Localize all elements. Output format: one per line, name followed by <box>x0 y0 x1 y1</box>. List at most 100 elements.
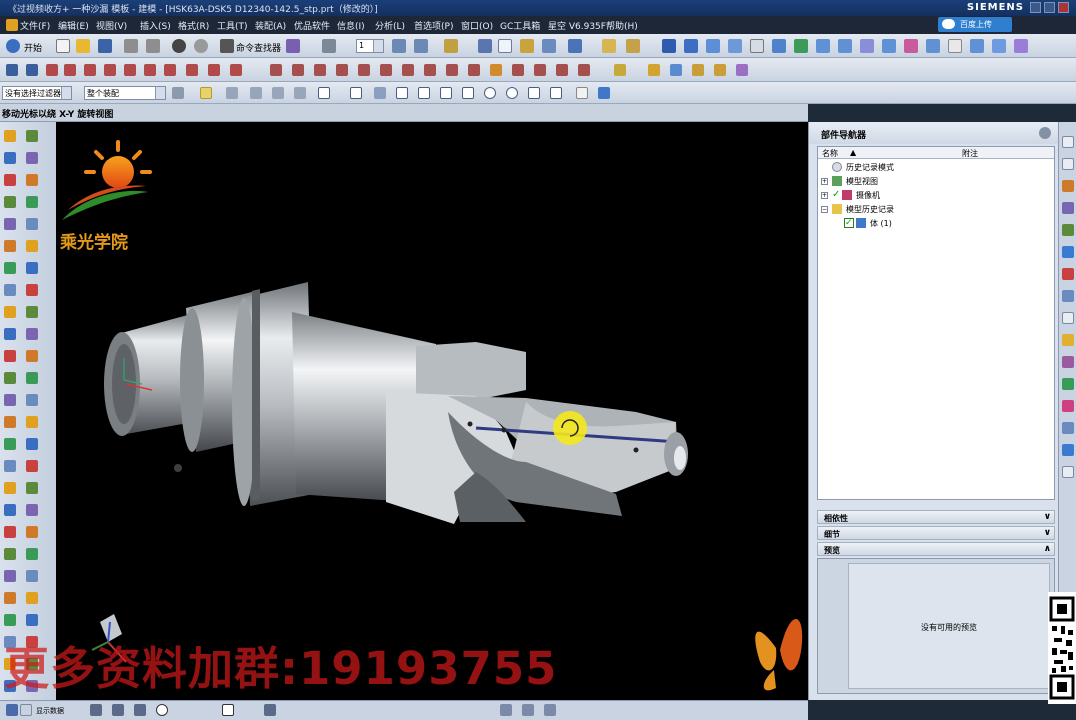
menu-analysis[interactable]: 分析(L) <box>375 19 405 32</box>
project-curve-icon[interactable] <box>230 64 242 76</box>
curve-tool-14[interactable] <box>614 64 626 76</box>
resource-tab-9[interactable] <box>1062 312 1074 324</box>
section-preview[interactable]: 预览 ∧ <box>817 542 1055 556</box>
bottom-tool-3[interactable] <box>90 704 102 716</box>
undo-icon[interactable] <box>172 39 186 53</box>
plugin-icon-12[interactable] <box>904 39 918 53</box>
menu-insert[interactable]: 插入(S) <box>140 19 171 32</box>
plugin-icon-9[interactable] <box>838 39 852 53</box>
selection-active-icon[interactable] <box>498 39 512 53</box>
left-tool-icon[interactable] <box>4 526 16 538</box>
left-tool-icon[interactable] <box>4 416 16 428</box>
left-tool-icon[interactable] <box>26 592 38 604</box>
left-tool-icon[interactable] <box>4 262 16 274</box>
plugin-icon-6[interactable] <box>772 39 786 53</box>
start-button[interactable]: 开始 <box>24 41 42 54</box>
bottom-tool-8[interactable] <box>522 704 534 716</box>
left-tool-icon[interactable] <box>4 372 16 384</box>
plugin-icon-2[interactable] <box>684 39 698 53</box>
minimize-button[interactable] <box>1030 2 1041 13</box>
plugin-icon-16[interactable] <box>992 39 1006 53</box>
select-tool-1[interactable] <box>226 87 238 99</box>
left-tool-icon[interactable] <box>26 174 38 186</box>
collapse-icon[interactable]: − <box>821 206 828 213</box>
menu-gc-toolbox[interactable]: GC工具箱 <box>500 19 540 32</box>
bottom-tool-1[interactable] <box>6 704 18 716</box>
start-icon[interactable] <box>6 39 20 53</box>
plugin-icon-17[interactable] <box>1014 39 1028 53</box>
curve-tool-18[interactable] <box>714 64 726 76</box>
snap-arc-icon[interactable] <box>462 87 474 99</box>
wcs-icon[interactable] <box>444 39 458 53</box>
tool-holder-model[interactable] <box>104 282 688 524</box>
left-tool-icon[interactable] <box>4 614 16 626</box>
left-tool-icon[interactable] <box>26 548 38 560</box>
select-tool-4[interactable] <box>294 87 306 99</box>
curve-tool-16[interactable] <box>670 64 682 76</box>
plugin-icon-11[interactable] <box>882 39 896 53</box>
snap-curve-icon[interactable] <box>440 87 452 99</box>
pin-icon[interactable] <box>1039 127 1051 139</box>
new-file-icon[interactable] <box>56 39 70 53</box>
bottom-circle-icon[interactable] <box>156 704 168 716</box>
bottom-tool-5[interactable] <box>134 704 146 716</box>
circle-icon[interactable] <box>64 64 76 76</box>
show-hide-icon[interactable] <box>520 39 534 53</box>
plugin-icon-5[interactable] <box>750 39 764 53</box>
menu-window[interactable]: 窗口(O) <box>461 19 493 32</box>
left-tool-icon[interactable] <box>26 394 38 406</box>
left-tool-icon[interactable] <box>4 152 16 164</box>
menu-assembly[interactable]: 装配(A) <box>255 19 286 32</box>
polygon-icon[interactable] <box>124 64 136 76</box>
save-icon[interactable] <box>98 39 112 53</box>
left-tool-icon[interactable] <box>4 130 16 142</box>
resource-tab-16[interactable] <box>1062 466 1074 478</box>
tree-item[interactable]: − 模型历史记录 <box>818 203 1054 216</box>
tree-item[interactable]: 历史记录模式 <box>818 161 1054 174</box>
graphics-viewport[interactable]: 乘光学院 <box>56 122 808 700</box>
snap-point-on-icon[interactable] <box>550 87 562 99</box>
left-tool-icon[interactable] <box>26 284 38 296</box>
left-tool-icon[interactable] <box>4 504 16 516</box>
plugin-icon-4[interactable] <box>728 39 742 53</box>
menu-view[interactable]: 视图(V) <box>96 19 127 32</box>
curve-tool-13[interactable] <box>578 64 590 76</box>
left-tool-icon[interactable] <box>4 592 16 604</box>
command-finder-button[interactable]: 命令查找器 <box>236 41 281 54</box>
resource-tab-8[interactable] <box>1062 290 1074 302</box>
left-tool-icon[interactable] <box>26 460 38 472</box>
open-folder-icon[interactable] <box>76 39 90 53</box>
trim-curve-icon[interactable] <box>208 64 220 76</box>
checkbox-icon[interactable]: ✓ <box>844 218 854 228</box>
snap-bar-icon[interactable] <box>576 87 588 99</box>
bottom-tool-9[interactable] <box>544 704 556 716</box>
expand-icon[interactable]: + <box>821 192 828 199</box>
maximize-button[interactable] <box>1044 2 1055 13</box>
menu-info[interactable]: 信息(I) <box>337 19 365 32</box>
left-tool-icon[interactable] <box>26 482 38 494</box>
resource-tab-13[interactable] <box>1062 400 1074 412</box>
left-tool-icon[interactable] <box>26 240 38 252</box>
bottom-tool-7[interactable] <box>500 704 512 716</box>
resource-tab-1[interactable] <box>1062 136 1074 148</box>
left-tool-icon[interactable] <box>26 218 38 230</box>
resource-tab-7[interactable] <box>1062 268 1074 280</box>
curve-tool-7[interactable] <box>446 64 458 76</box>
left-tool-icon[interactable] <box>4 460 16 472</box>
snap-center-icon[interactable] <box>484 87 496 99</box>
left-tool-icon[interactable] <box>4 218 16 230</box>
menu-file[interactable]: 文件(F) <box>20 19 50 32</box>
menu-xingkong[interactable]: 星空 V6.935F <box>548 19 606 32</box>
plugin-icon-10[interactable] <box>860 39 874 53</box>
rect-select-icon[interactable] <box>318 87 330 99</box>
left-tool-icon[interactable] <box>4 328 16 340</box>
hide-icon[interactable] <box>542 39 556 53</box>
snap-icon[interactable] <box>478 39 492 53</box>
render-style-icon[interactable] <box>568 39 582 53</box>
curve-tool-1[interactable] <box>314 64 326 76</box>
left-tool-icon[interactable] <box>4 284 16 296</box>
menu-tools[interactable]: 工具(T) <box>217 19 248 32</box>
curve-tool-15[interactable] <box>648 64 660 76</box>
section-details[interactable]: 细节 ∨ <box>817 526 1055 540</box>
snap-end-icon[interactable] <box>350 87 362 99</box>
